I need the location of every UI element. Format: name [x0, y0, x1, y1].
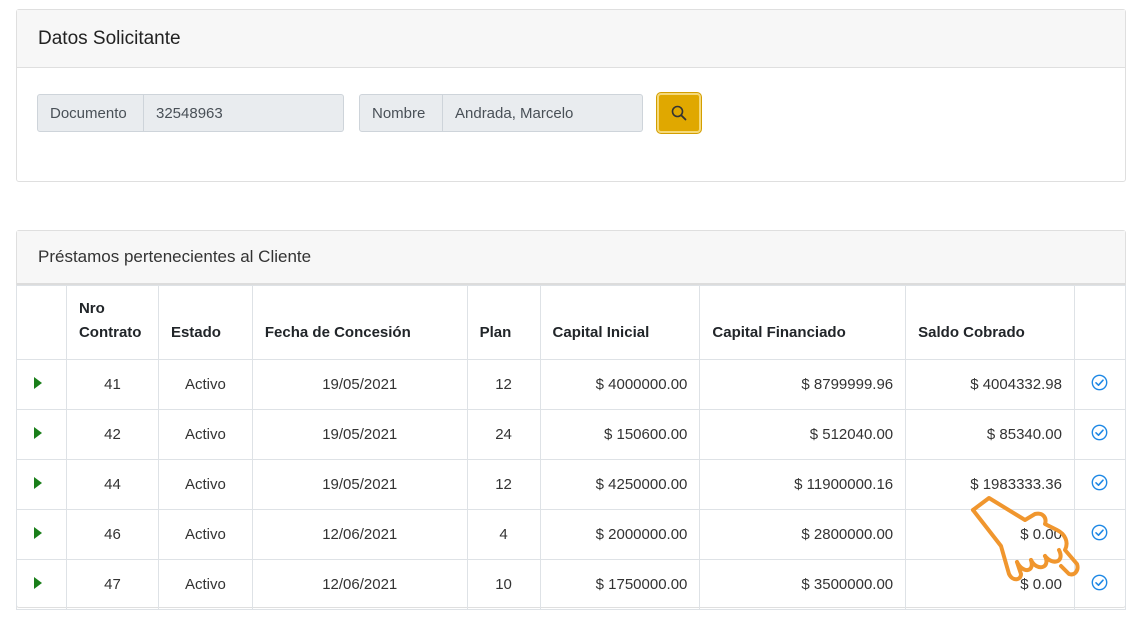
- capital-financiado-cell: $ 8799999.96: [699, 359, 907, 410]
- expand-cell: [16, 559, 67, 610]
- expand-arrow-icon[interactable]: [34, 427, 42, 439]
- col-plan: Plan: [466, 285, 541, 360]
- table-row[interactable]: 44 Activo 19/05/2021 12 $ 4250000.00 $ 119000…: [16, 459, 1127, 510]
- estado-cell: Activo: [157, 459, 253, 510]
- capital-financiado-cell: $ 2800000.00: [699, 509, 907, 560]
- table-row[interactable]: 42 Activo 19/05/2021 24 $ 150600.00 $ 512040.…: [16, 409, 1127, 460]
- col-fecha: Fecha de Concesión: [251, 285, 468, 360]
- check-circle-icon[interactable]: [1091, 374, 1108, 391]
- search-icon: [671, 105, 687, 121]
- plan-cell: 4: [466, 509, 541, 560]
- prestamos-table: Nro Contrato Estado Fecha de Concesión P…: [16, 285, 1127, 610]
- check-circle-icon[interactable]: [1091, 524, 1108, 541]
- nro-contrato-cell: 44: [65, 459, 159, 510]
- expand-cell: [16, 409, 67, 460]
- check-circle-icon[interactable]: [1091, 424, 1108, 441]
- nombre-field[interactable]: Andrada, Marcelo: [443, 94, 643, 132]
- nro-contrato-cell: 42: [65, 409, 159, 460]
- capital-inicial-cell: $ 4250000.00: [539, 459, 701, 510]
- expand-arrow-icon[interactable]: [34, 477, 42, 489]
- nombre-label: Nombre: [359, 94, 443, 132]
- expand-cell: [16, 509, 67, 560]
- table-row[interactable]: 47 Activo 12/06/2021 10 $ 1750000.00 $ 350000…: [16, 559, 1127, 610]
- saldo-cobrado-cell: $ 1983333.36: [905, 459, 1075, 510]
- table-row[interactable]: 41 Activo 19/05/2021 12 $ 4000000.00 $ 879999…: [16, 359, 1127, 410]
- table-row[interactable]: 46 Activo 12/06/2021 4 $ 2000000.00 $ 2800000…: [16, 509, 1127, 560]
- fecha-cell: 19/05/2021: [251, 409, 468, 460]
- action-cell: [1073, 409, 1127, 460]
- estado-cell: Activo: [157, 559, 253, 610]
- documento-label: Documento: [37, 94, 144, 132]
- estado-cell: Activo: [157, 409, 253, 460]
- solicitante-header: Datos Solicitante: [17, 10, 1125, 68]
- col-action: [1073, 285, 1127, 360]
- nro-contrato-cell: 47: [65, 559, 159, 610]
- solicitante-card: Datos Solicitante Documento 32548963 Nom…: [16, 9, 1126, 182]
- capital-inicial-cell: $ 4000000.00: [539, 359, 701, 410]
- expand-cell: [16, 359, 67, 410]
- plan-cell: 10: [466, 559, 541, 610]
- prestamos-title: Préstamos pertenecientes al Cliente: [38, 247, 312, 266]
- action-cell: [1073, 359, 1127, 410]
- saldo-cobrado-cell: $ 0.00: [905, 559, 1075, 610]
- nro-contrato-cell: 41: [65, 359, 159, 410]
- fecha-cell: 19/05/2021: [251, 459, 468, 510]
- prestamos-card: Préstamos pertenecientes al Cliente Nro …: [16, 230, 1127, 610]
- capital-financiado-cell: $ 11900000.16: [699, 459, 907, 510]
- nro-contrato-cell: 46: [65, 509, 159, 560]
- col-capital-financiado: Capital Financiado: [699, 285, 907, 360]
- fecha-cell: 12/06/2021: [251, 509, 468, 560]
- col-expand: [16, 285, 67, 360]
- expand-arrow-icon[interactable]: [34, 527, 42, 539]
- action-cell: [1073, 459, 1127, 510]
- plan-cell: 12: [466, 459, 541, 510]
- saldo-cobrado-cell: $ 85340.00: [905, 409, 1075, 460]
- capital-inicial-cell: $ 2000000.00: [539, 509, 701, 560]
- estado-cell: Activo: [157, 509, 253, 560]
- action-cell: [1073, 559, 1127, 610]
- capital-financiado-cell: $ 3500000.00: [699, 559, 907, 610]
- saldo-cobrado-cell: $ 4004332.98: [905, 359, 1075, 410]
- expand-arrow-icon[interactable]: [34, 377, 42, 389]
- documento-group: Documento 32548963: [37, 94, 344, 132]
- table-header-row: Nro Contrato Estado Fecha de Concesión P…: [16, 285, 1127, 360]
- col-saldo-cobrado: Saldo Cobrado: [905, 285, 1075, 360]
- expand-arrow-icon[interactable]: [34, 577, 42, 589]
- prestamos-header: Préstamos pertenecientes al Cliente: [17, 231, 1125, 285]
- search-row: Documento 32548963 Nombre Andrada, Marce…: [37, 93, 701, 133]
- col-capital-inicial: Capital Inicial: [539, 285, 701, 360]
- plan-cell: 24: [466, 409, 541, 460]
- check-circle-icon[interactable]: [1091, 574, 1108, 591]
- fecha-cell: 19/05/2021: [251, 359, 468, 410]
- solicitante-title: Datos Solicitante: [38, 27, 181, 49]
- nombre-group: Nombre Andrada, Marcelo: [359, 94, 643, 132]
- col-estado: Estado: [157, 285, 253, 360]
- action-cell: [1073, 509, 1127, 560]
- expand-cell: [16, 459, 67, 510]
- capital-inicial-cell: $ 150600.00: [539, 409, 701, 460]
- plan-cell: 12: [466, 359, 541, 410]
- col-nro-contrato: Nro Contrato: [65, 285, 159, 360]
- check-circle-icon[interactable]: [1091, 474, 1108, 491]
- documento-field[interactable]: 32548963: [144, 94, 344, 132]
- estado-cell: Activo: [157, 359, 253, 410]
- search-button[interactable]: [657, 93, 701, 133]
- saldo-cobrado-cell: $ 0.00: [905, 509, 1075, 560]
- fecha-cell: 12/06/2021: [251, 559, 468, 610]
- capital-financiado-cell: $ 512040.00: [699, 409, 907, 460]
- capital-inicial-cell: $ 1750000.00: [539, 559, 701, 610]
